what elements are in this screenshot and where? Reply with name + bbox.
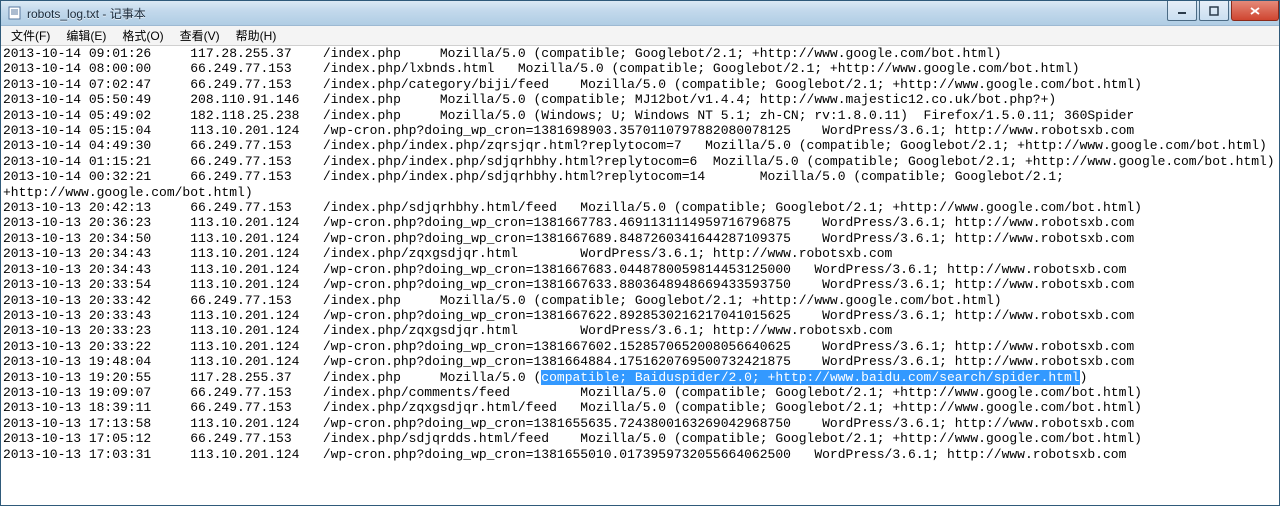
log-line[interactable]: 2013-10-13 20:34:43 113.10.201.124 /wp-c…	[3, 262, 1277, 277]
menu-edit[interactable]: 编辑(E)	[58, 25, 114, 46]
log-line[interactable]: 2013-10-13 17:13:58 113.10.201.124 /wp-c…	[3, 416, 1277, 431]
log-line[interactable]: 2013-10-14 09:01:26 117.28.255.37 /index…	[3, 46, 1277, 61]
log-line[interactable]: 2013-10-13 20:42:13 66.249.77.153 /index…	[3, 200, 1277, 215]
menubar: 文件(F) 编辑(E) 格式(O) 查看(V) 帮助(H)	[1, 26, 1279, 46]
menu-view[interactable]: 查看(V)	[172, 25, 228, 46]
notepad-icon	[7, 5, 23, 21]
log-line[interactable]: 2013-10-13 20:36:23 113.10.201.124 /wp-c…	[3, 215, 1277, 230]
menu-file[interactable]: 文件(F)	[3, 25, 58, 46]
log-line[interactable]: 2013-10-13 18:39:11 66.249.77.153 /index…	[3, 400, 1277, 415]
log-line[interactable]: 2013-10-13 19:20:55 117.28.255.37 /index…	[3, 370, 1277, 385]
close-button[interactable]	[1231, 1, 1279, 21]
log-line[interactable]: 2013-10-13 17:03:31 113.10.201.124 /wp-c…	[3, 447, 1277, 462]
window-controls	[1167, 1, 1279, 21]
log-line[interactable]: 2013-10-13 19:48:04 113.10.201.124 /wp-c…	[3, 354, 1277, 369]
log-line[interactable]: 2013-10-14 01:15:21 66.249.77.153 /index…	[3, 154, 1277, 169]
text-area[interactable]: 2013-10-14 09:01:26 117.28.255.37 /index…	[1, 46, 1279, 462]
log-line[interactable]: 2013-10-14 05:49:02 182.118.25.238 /inde…	[3, 108, 1277, 123]
log-line[interactable]: 2013-10-13 20:33:23 113.10.201.124 /inde…	[3, 323, 1277, 338]
maximize-button[interactable]	[1199, 1, 1229, 21]
log-line[interactable]: 2013-10-13 19:09:07 66.249.77.153 /index…	[3, 385, 1277, 400]
menu-help[interactable]: 帮助(H)	[228, 25, 285, 46]
log-line[interactable]: 2013-10-13 20:33:22 113.10.201.124 /wp-c…	[3, 339, 1277, 354]
notepad-window: robots_log.txt - 记事本 文件(F) 编辑(E) 格式(O) 查…	[0, 0, 1280, 506]
text-selection[interactable]: compatible; Baiduspider/2.0; +http://www…	[541, 370, 1079, 385]
titlebar[interactable]: robots_log.txt - 记事本	[1, 1, 1279, 26]
log-line[interactable]: +http://www.google.com/bot.html)	[3, 185, 1277, 200]
log-line[interactable]: 2013-10-13 20:33:43 113.10.201.124 /wp-c…	[3, 308, 1277, 323]
menu-format[interactable]: 格式(O)	[114, 25, 171, 46]
window-title: robots_log.txt - 记事本	[27, 5, 146, 22]
log-line[interactable]: 2013-10-14 05:15:04 113.10.201.124 /wp-c…	[3, 123, 1277, 138]
log-line[interactable]: 2013-10-14 07:02:47 66.249.77.153 /index…	[3, 77, 1277, 92]
log-line[interactable]: 2013-10-14 05:50:49 208.110.91.146 /inde…	[3, 92, 1277, 107]
log-line[interactable]: 2013-10-14 00:32:21 66.249.77.153 /index…	[3, 169, 1277, 184]
log-line[interactable]: 2013-10-13 20:34:50 113.10.201.124 /wp-c…	[3, 231, 1277, 246]
log-line[interactable]: 2013-10-13 20:34:43 113.10.201.124 /inde…	[3, 246, 1277, 261]
log-line[interactable]: 2013-10-13 17:05:12 66.249.77.153 /index…	[3, 431, 1277, 446]
text-area-scroll[interactable]: 2013-10-14 09:01:26 117.28.255.37 /index…	[1, 46, 1279, 505]
minimize-button[interactable]	[1167, 1, 1197, 21]
log-line[interactable]: 2013-10-13 20:33:54 113.10.201.124 /wp-c…	[3, 277, 1277, 292]
log-line[interactable]: 2013-10-14 04:49:30 66.249.77.153 /index…	[3, 138, 1277, 153]
log-line[interactable]: 2013-10-14 08:00:00 66.249.77.153 /index…	[3, 61, 1277, 76]
log-line[interactable]: 2013-10-13 20:33:42 66.249.77.153 /index…	[3, 293, 1277, 308]
